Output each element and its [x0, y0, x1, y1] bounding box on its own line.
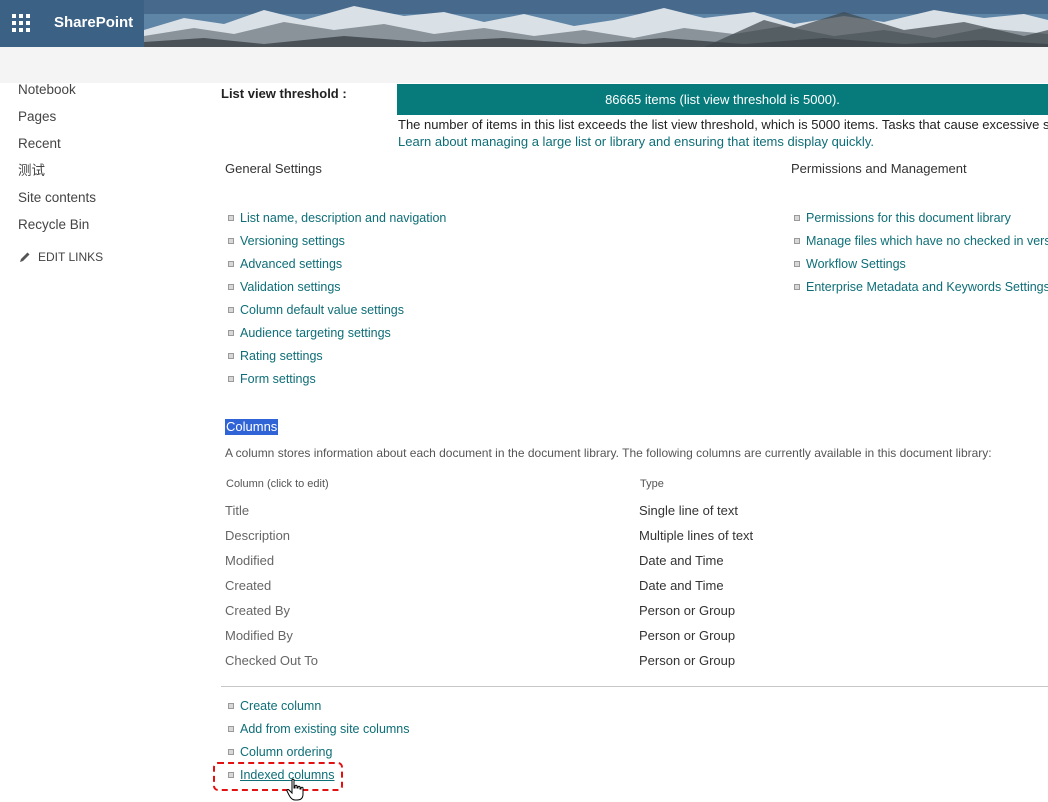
threshold-learn-link[interactable]: Learn about managing a large list or lib…: [398, 134, 874, 149]
nav-item-recent[interactable]: Recent: [18, 134, 103, 161]
link-list-name[interactable]: List name, description and navigation: [225, 206, 446, 229]
left-navigation: Notebook Pages Recent 测试 Site contents R…: [18, 80, 103, 264]
link-form-settings[interactable]: Form settings: [225, 367, 446, 390]
nav-item-site-contents[interactable]: Site contents: [18, 188, 103, 215]
link-label: Manage files which have no checked in ve…: [806, 233, 1048, 248]
bullet-icon: [228, 237, 234, 244]
link-rating-settings[interactable]: Rating settings: [225, 344, 446, 367]
column-name-link[interactable]: Title: [225, 503, 639, 518]
column-type: Single line of text: [639, 503, 739, 518]
bullet-icon: [228, 329, 234, 336]
bullet-icon: [228, 375, 234, 382]
general-settings-list: List name, description and navigation Ve…: [225, 206, 446, 390]
column-name-link[interactable]: Created By: [225, 603, 639, 618]
link-label: Form settings: [240, 371, 316, 386]
permissions-list: Permissions for this document library Ma…: [791, 206, 1048, 298]
column-type: Multiple lines of text: [639, 528, 754, 543]
bullet-icon: [794, 237, 800, 244]
brand-name[interactable]: SharePoint: [54, 14, 133, 31]
column-type: Date and Time: [639, 578, 724, 593]
columns-divider: [221, 686, 1048, 687]
link-enterprise-metadata[interactable]: Enterprise Metadata and Keywords Setting…: [791, 275, 1048, 298]
link-label: Column default value settings: [240, 302, 404, 317]
nav-item-notebook[interactable]: Notebook: [18, 80, 103, 107]
column-type: Person or Group: [639, 653, 736, 668]
table-row: Checked Out To Person or Group: [225, 648, 1048, 673]
bullet-icon: [794, 214, 800, 221]
link-column-ordering[interactable]: Column ordering: [225, 740, 410, 763]
link-advanced-settings[interactable]: Advanced settings: [225, 252, 446, 275]
bullet-icon: [228, 725, 234, 732]
header-banner-image: [144, 0, 1048, 47]
columns-heading: Columns: [225, 419, 279, 435]
column-name-link[interactable]: Checked Out To: [225, 653, 639, 668]
link-workflow-settings[interactable]: Workflow Settings: [791, 252, 1048, 275]
link-label: Versioning settings: [240, 233, 345, 248]
threshold-banner: 86665 items (list view threshold is 5000…: [397, 84, 1048, 115]
bullet-icon: [228, 260, 234, 267]
link-label: Rating settings: [240, 348, 323, 363]
link-label: Add from existing site columns: [240, 721, 410, 736]
table-row: Modified By Person or Group: [225, 623, 1048, 648]
edit-links-button[interactable]: EDIT LINKS: [18, 250, 103, 264]
column-type: Date and Time: [639, 553, 724, 568]
bullet-icon: [794, 283, 800, 290]
suite-bar: SharePoint: [0, 0, 1048, 47]
link-label: Create column: [240, 698, 322, 713]
column-type: Person or Group: [639, 628, 736, 643]
link-versioning-settings[interactable]: Versioning settings: [225, 229, 446, 252]
link-column-default-value-settings[interactable]: Column default value settings: [225, 298, 446, 321]
link-create-column[interactable]: Create column: [225, 694, 410, 717]
bullet-icon: [794, 260, 800, 267]
nav-item-recycle-bin[interactable]: Recycle Bin: [18, 215, 103, 242]
pencil-icon: [20, 252, 30, 262]
general-settings-heading: General Settings: [225, 161, 322, 176]
bullet-icon: [228, 283, 234, 290]
hand-cursor-icon: [286, 778, 304, 801]
link-label: List name, description and navigation: [240, 210, 447, 225]
link-permissions[interactable]: Permissions for this document library: [791, 206, 1048, 229]
column-name-link[interactable]: Created: [225, 578, 639, 593]
bullet-icon: [228, 214, 234, 221]
table-row: Description Multiple lines of text: [225, 523, 1048, 548]
link-label: Enterprise Metadata and Keywords Setting…: [806, 279, 1048, 294]
app-launcher-icon[interactable]: [12, 14, 30, 32]
column-type: Person or Group: [639, 603, 736, 618]
table-row: Title Single line of text: [225, 498, 1048, 523]
bullet-icon: [228, 748, 234, 755]
link-label: Validation settings: [240, 279, 341, 294]
columns-description: A column stores information about each d…: [225, 446, 992, 460]
bullet-icon: [228, 352, 234, 359]
brand-block: SharePoint: [0, 0, 144, 47]
column-type-header: Type: [640, 478, 664, 490]
columns-table: Title Single line of text Description Mu…: [225, 498, 1048, 673]
link-label: Workflow Settings: [806, 256, 906, 271]
threshold-label: List view threshold :: [221, 86, 347, 101]
table-row: Created By Person or Group: [225, 598, 1048, 623]
sharepoint-library-settings-page: SharePoint Notebook Pages Recent 测试 Site…: [0, 0, 1048, 802]
nav-item-test[interactable]: 测试: [18, 161, 103, 188]
column-name-header: Column (click to edit): [226, 478, 329, 490]
bullet-icon: [228, 306, 234, 313]
threshold-message: The number of items in this list exceeds…: [398, 117, 1048, 132]
nav-item-pages[interactable]: Pages: [18, 107, 103, 134]
column-name-link[interactable]: Modified: [225, 553, 639, 568]
link-label: Permissions for this document library: [806, 210, 1011, 225]
link-label: Column ordering: [240, 744, 333, 759]
edit-links-label: EDIT LINKS: [38, 250, 104, 264]
link-audience-targeting-settings[interactable]: Audience targeting settings: [225, 321, 446, 344]
column-name-link[interactable]: Modified By: [225, 628, 639, 643]
link-label: Audience targeting settings: [240, 325, 391, 340]
column-name-link[interactable]: Description: [225, 528, 639, 543]
link-label: Advanced settings: [240, 256, 343, 271]
bullet-icon: [228, 702, 234, 709]
link-manage-checked-out-files[interactable]: Manage files which have no checked in ve…: [791, 229, 1048, 252]
indexed-columns-highlight: [213, 762, 343, 791]
command-bar: [0, 47, 1048, 83]
table-row: Modified Date and Time: [225, 548, 1048, 573]
permissions-heading: Permissions and Management: [791, 161, 967, 176]
link-validation-settings[interactable]: Validation settings: [225, 275, 446, 298]
link-add-existing-site-columns[interactable]: Add from existing site columns: [225, 717, 410, 740]
table-row: Created Date and Time: [225, 573, 1048, 598]
